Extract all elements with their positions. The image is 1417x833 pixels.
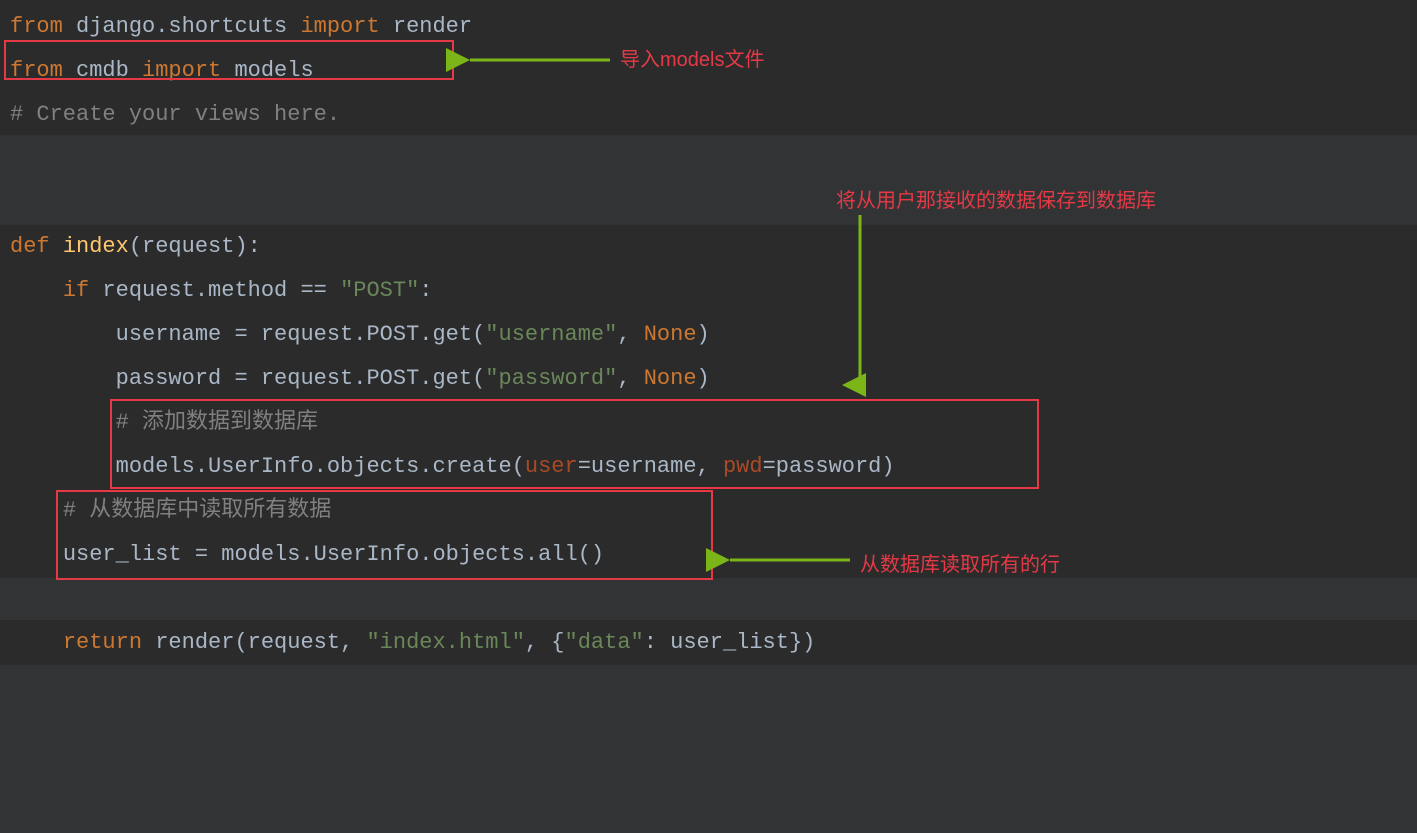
editor-blank-stripe: [0, 665, 1417, 833]
code-line: return render(request, "index.html", {"d…: [10, 621, 1417, 665]
code-line: models.UserInfo.objects.create(user=user…: [10, 445, 1417, 489]
code-line: password = request.POST.get("password", …: [10, 357, 1417, 401]
annotation-import: 导入models文件: [620, 43, 764, 72]
code-line: # 从数据库中读取所有数据: [10, 489, 1417, 533]
annotation-save: 将从用户那接收的数据保存到数据库: [836, 184, 1156, 213]
code-line: [10, 577, 1417, 621]
code-line: def index(request):: [10, 225, 1417, 269]
code-line: # 添加数据到数据库: [10, 401, 1417, 445]
code-editor[interactable]: from django.shortcuts import render from…: [0, 0, 1417, 665]
code-line: user_list = models.UserInfo.objects.all(…: [10, 533, 1417, 577]
code-line: [10, 181, 1417, 225]
annotation-read: 从数据库读取所有的行: [860, 548, 1060, 577]
code-line: [10, 137, 1417, 181]
code-line: username = request.POST.get("username", …: [10, 313, 1417, 357]
code-line: if request.method == "POST":: [10, 269, 1417, 313]
code-line: # Create your views here.: [10, 93, 1417, 137]
